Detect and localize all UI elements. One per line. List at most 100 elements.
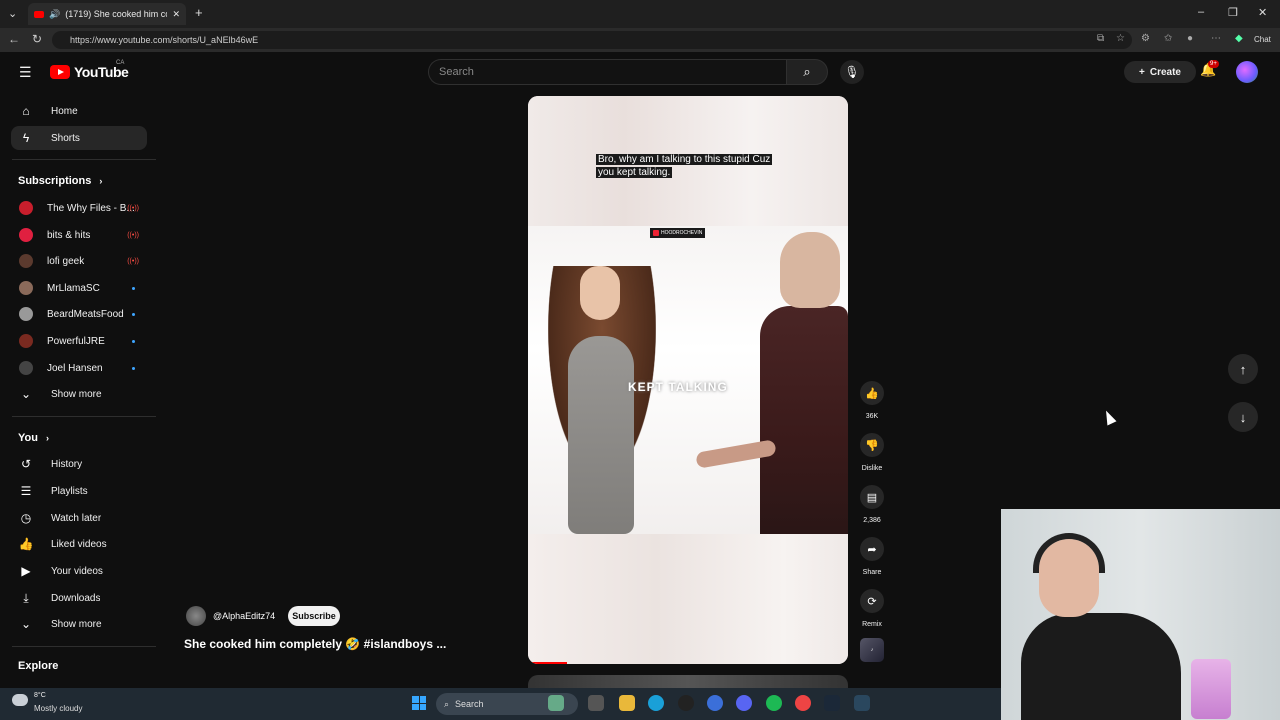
remix-button[interactable]: ⟳: [860, 589, 884, 613]
more-menu-icon[interactable]: ⋯: [1211, 33, 1221, 44]
sidebar-divider: [12, 646, 156, 647]
sidebar-item-home[interactable]: ⌂ Home: [11, 99, 147, 123]
sidebar-show-more-you[interactable]: ⌄ Show more: [11, 612, 147, 636]
spotify-icon[interactable]: [766, 695, 782, 711]
edge-browser-icon[interactable]: [648, 695, 664, 711]
search-input[interactable]: Search: [428, 59, 786, 85]
url-field[interactable]: https://www.youtube.com/shorts/U_aNElb46…: [52, 31, 1132, 49]
file-explorer-icon[interactable]: [619, 695, 635, 711]
browser-tab[interactable]: 🔊 (1719) She cooked him comp ✕: [28, 3, 186, 25]
sidebar-item-label: lofi geek: [47, 255, 85, 267]
channel-name[interactable]: @AlphaEditz74: [213, 611, 275, 621]
you-heading[interactable]: You ›: [18, 432, 49, 444]
sidebar-item-playlists[interactable]: ☰ Playlists: [11, 479, 147, 503]
streamer-body: [1021, 613, 1181, 720]
voice-search-button[interactable]: 🎙: [840, 60, 864, 84]
sidebar-item-history[interactable]: ↺ History: [11, 452, 147, 476]
cloud-icon[interactable]: [12, 694, 28, 706]
windows-start-icon[interactable]: [412, 696, 426, 710]
video-blur-bottom: [528, 534, 848, 664]
subscribe-button[interactable]: Subscribe: [288, 606, 340, 626]
shorts-video-player[interactable]: Bro, why am I talking to this stupid Cuz…: [528, 96, 848, 664]
extension-icon[interactable]: ⚙: [1141, 33, 1150, 44]
next-short-preview[interactable]: [528, 675, 848, 689]
tab-menu-icon[interactable]: ⌄: [8, 7, 17, 20]
drink-cup: [1191, 659, 1231, 719]
subscriptions-heading[interactable]: Subscriptions ›: [18, 175, 102, 187]
video-title[interactable]: She cooked him completely 🤣 #islandboys …: [184, 637, 446, 651]
sidebar-item-label: Show more: [51, 388, 102, 400]
weather-description[interactable]: Mostly cloudy: [34, 704, 82, 713]
steam-icon[interactable]: [854, 695, 870, 711]
favorite-star-icon[interactable]: ☆: [1116, 33, 1125, 44]
task-view-icon[interactable]: [588, 695, 604, 711]
taskbar-app-icon[interactable]: [548, 695, 564, 711]
weather-temperature[interactable]: 8°C: [34, 692, 46, 699]
sidebar-item-mrllamasc[interactable]: MrLlamaSC: [11, 276, 147, 300]
speaker-icon: 🔊: [49, 8, 61, 19]
tab-close-icon[interactable]: ✕: [172, 9, 180, 20]
sidebar-item-watch-later[interactable]: ◷ Watch later: [11, 506, 147, 530]
sidebar-item-lofi-geek[interactable]: lofi geek ((•)): [11, 249, 147, 273]
like-button[interactable]: 👍: [860, 381, 884, 405]
app-install-icon[interactable]: ⧉: [1097, 33, 1104, 44]
sidebar-item-label: bits & hits: [47, 229, 91, 241]
close-window-icon[interactable]: ✕: [1258, 6, 1267, 19]
back-icon[interactable]: ←: [8, 32, 20, 46]
download-icon: ⤓: [23, 590, 29, 605]
video-progress-bar[interactable]: [532, 662, 567, 664]
comments-button[interactable]: ▤: [860, 485, 884, 509]
sidebar-item-label: MrLlamaSC: [47, 282, 100, 294]
youtube-logo[interactable]: YouTube CA: [50, 60, 129, 80]
youtube-play-icon: [50, 65, 70, 79]
chat-label[interactable]: Chat: [1254, 35, 1271, 44]
account-avatar[interactable]: [1236, 61, 1258, 83]
steam-icon[interactable]: [824, 695, 840, 711]
new-tab-icon[interactable]: +: [195, 5, 203, 20]
new-content-dot: [132, 339, 135, 343]
restore-icon[interactable]: ❐: [1228, 6, 1238, 19]
discord-icon[interactable]: [736, 695, 752, 711]
create-button[interactable]: + Create: [1124, 61, 1196, 83]
sidebar-divider: [12, 159, 156, 160]
sidebar-show-more-subscriptions[interactable]: ⌄ Show more: [11, 382, 147, 406]
browser-address-bar: ← ↻ https://www.youtube.com/shorts/U_aNE…: [0, 28, 1280, 52]
minimize-icon[interactable]: –: [1198, 6, 1204, 18]
hamburger-menu-icon[interactable]: ☰: [19, 64, 32, 81]
copilot-icon[interactable]: ◆: [1235, 33, 1243, 44]
profile-icon[interactable]: ●: [1187, 33, 1193, 44]
dislike-button[interactable]: 👎: [860, 433, 884, 457]
live-icon: ((•)): [127, 231, 139, 239]
share-button[interactable]: ➦: [860, 537, 884, 561]
sidebar-item-bits-hits[interactable]: bits & hits ((•)): [11, 223, 147, 247]
favorites-icon[interactable]: ✩: [1164, 33, 1172, 44]
sidebar-divider: [12, 416, 156, 417]
sidebar-item-label: Show more: [51, 618, 102, 630]
next-short-button[interactable]: ↓: [1228, 402, 1258, 432]
chrome-icon[interactable]: [795, 695, 811, 711]
sound-thumbnail[interactable]: ♪: [860, 638, 884, 662]
sidebar-item-beardmeatsfood[interactable]: BeardMeatsFood: [11, 302, 147, 326]
sidebar-item-joel-hansen[interactable]: Joel Hansen: [11, 356, 147, 380]
home-icon: ⌂: [22, 104, 30, 118]
new-content-dot: [132, 286, 135, 290]
channel-avatar: [19, 254, 33, 268]
tab-title: (1719) She cooked him comp: [65, 9, 167, 19]
sidebar-item-the-why-files[interactable]: The Why Files - B... ((•)): [11, 196, 147, 220]
search-button[interactable]: ⌕: [786, 59, 828, 85]
chevron-down-icon: ⌄: [20, 617, 32, 631]
channel-avatar[interactable]: [186, 606, 206, 626]
sidebar-item-shorts[interactable]: ϟ Shorts: [11, 126, 147, 150]
sidebar-item-downloads[interactable]: ⤓ Downloads: [11, 586, 147, 610]
sidebar-item-label: Your videos: [51, 565, 103, 577]
taskbar-app-icon[interactable]: [707, 695, 723, 711]
previous-short-button[interactable]: ↑: [1228, 354, 1258, 384]
sidebar-item-label: Liked videos: [51, 538, 107, 550]
sidebar-item-powerfuljre[interactable]: PowerfulJRE: [11, 329, 147, 353]
channel-avatar: [19, 228, 33, 242]
sidebar-item-label: BeardMeatsFood: [47, 308, 124, 320]
obs-icon[interactable]: [678, 695, 694, 711]
sidebar-item-liked-videos[interactable]: 👍 Liked videos: [11, 532, 147, 556]
sidebar-item-your-videos[interactable]: ▶ Your videos: [11, 559, 147, 583]
refresh-icon[interactable]: ↻: [32, 32, 42, 46]
